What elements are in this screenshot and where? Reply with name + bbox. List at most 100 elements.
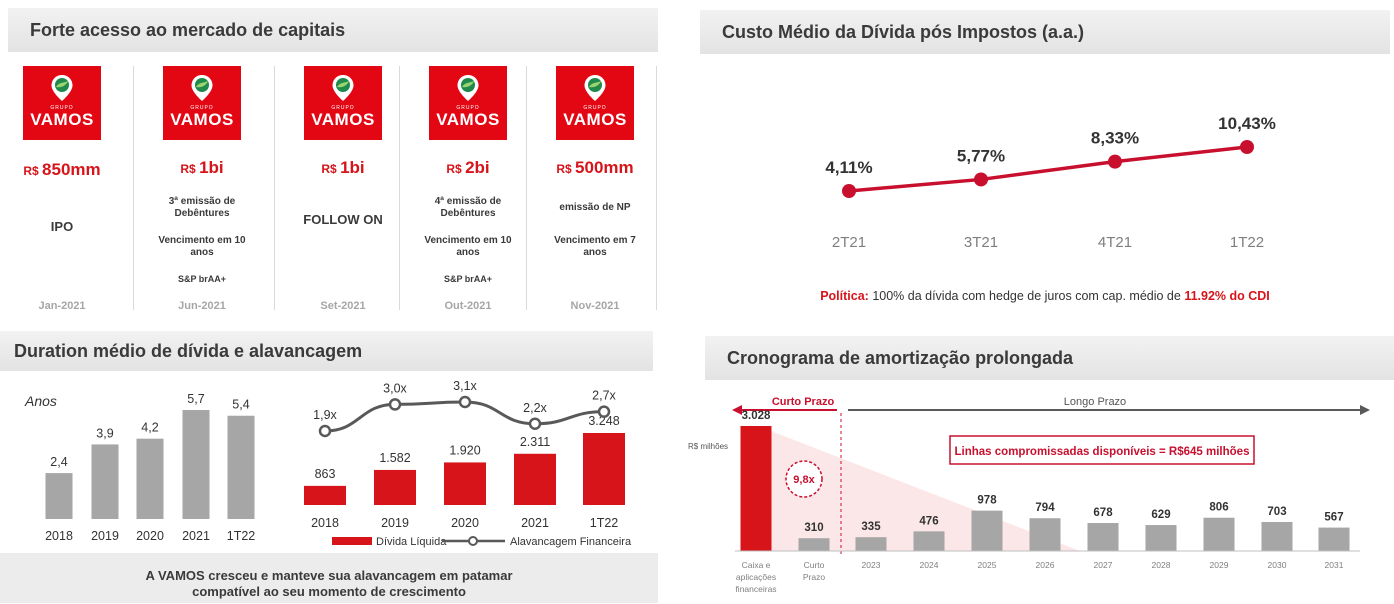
amount-value: 850mm — [42, 160, 101, 179]
amortization-bar — [740, 426, 772, 551]
amortization-category-label: Caixa e aplicações financeiras — [735, 560, 776, 594]
legend-net-debt-label: Dívida Líquida — [376, 536, 447, 548]
amortization-category-label: 2031 — [1325, 560, 1344, 570]
event-date: Jun-2021 — [178, 300, 226, 312]
duration-category-label: 2021 — [182, 529, 210, 543]
policy-description: 100% da dívida com hedge de juros com ca… — [872, 289, 1181, 303]
column-divider — [133, 66, 134, 310]
cost-point — [1240, 140, 1254, 154]
logo-name-text: VAMOS — [563, 110, 627, 129]
map-pin-icon — [457, 75, 479, 101]
amortization-category-label: 2027 — [1094, 560, 1113, 570]
net-debt-bar — [444, 462, 486, 505]
legend-leverage-label: Alavancagem Financeira — [510, 536, 632, 548]
category-label-line: financeiras — [735, 584, 776, 594]
duration-chart: Anos 2,4 2018 3,9 2019 4,2 2020 5,7 2021 5,4 1T22 — [24, 392, 256, 543]
cost-value-label: 8,33% — [1091, 129, 1139, 148]
cost-point — [974, 172, 988, 187]
legend-leverage-marker — [468, 536, 478, 546]
long-term-label: Longo Prazo — [1064, 396, 1126, 408]
map-pin-icon — [584, 75, 606, 101]
net-debt-value-label: 863 — [315, 467, 336, 481]
issuance-amount: R$ 500mm — [535, 158, 655, 178]
amortization-value-label: 310 — [804, 522, 823, 534]
amortization-axis-label: R$ milhões — [688, 442, 728, 451]
debt-cost-chart: 4,11% 2T21 5,77% 3T21 8,33% 4T21 10,43% 1T22 — [825, 114, 1275, 251]
vamos-logo: GRUPO VAMOS — [304, 66, 382, 140]
net-debt-bar — [583, 433, 625, 505]
category-label-line: Prazo — [803, 572, 825, 582]
leverage-value-label: 2,2x — [523, 401, 547, 415]
policy-value: 11.92% do CDI — [1184, 289, 1270, 303]
duration-header: Duration médio de dívida e alavancagem — [0, 331, 653, 371]
amortization-bar — [1145, 525, 1177, 551]
cost-line — [848, 145, 1248, 193]
amortization-category-label: 2025 — [978, 560, 997, 570]
cost-category-label: 3T21 — [964, 234, 998, 251]
short-term-label: Curto Prazo — [772, 396, 835, 408]
amortization-category-label: 2026 — [1036, 560, 1055, 570]
net-debt-value-label: 1.582 — [379, 451, 410, 465]
footer-line-1: A VAMOS cresceu e manteve sua alavancage… — [145, 568, 513, 583]
duration-value-label: 5,7 — [187, 392, 204, 406]
event-date: Nov-2021 — [570, 300, 620, 312]
duration-bar — [91, 444, 119, 519]
amortization-bar — [1087, 523, 1119, 551]
duration-category-label: 1T22 — [227, 529, 256, 543]
cost-category-label: 4T21 — [1098, 234, 1132, 251]
amount-value: 500mm — [575, 158, 634, 177]
duration-category-label: 2018 — [45, 529, 73, 543]
net-debt-bar — [514, 453, 556, 505]
event-detail-line: S&P brAA+ — [177, 274, 227, 284]
leverage-category-label: 2021 — [521, 516, 549, 530]
category-label-line: Caixa e — [742, 560, 771, 570]
amount-value: 1bi — [199, 158, 224, 177]
duration-axis-label: Anos — [24, 393, 57, 409]
column-divider — [399, 66, 400, 310]
policy-text: Política: 100% da dívida com hedge de ju… — [700, 289, 1390, 303]
currency-label: R$ — [23, 164, 43, 178]
leverage-chart: 86320181.58220191.92020202.31120213.2481… — [304, 379, 632, 548]
map-pin-icon — [191, 75, 213, 101]
event-detail-line: 3ª emissão de Debêntures — [168, 196, 236, 219]
column-divider — [656, 66, 657, 310]
duration-bar — [136, 438, 164, 519]
net-debt-bar — [304, 485, 346, 505]
category-label-line: Curto — [804, 560, 825, 570]
duration-bar — [45, 473, 73, 519]
leverage-value-label: 2,7x — [592, 389, 616, 403]
coverage-label: 9,8x — [793, 474, 815, 486]
event-detail-line: Vencimento em 10 anos — [424, 235, 512, 258]
event-description: FOLLOW ON — [303, 212, 383, 227]
legend-net-debt-swatch — [332, 537, 372, 545]
amortization-category-label: 2030 — [1268, 560, 1287, 570]
amortization-value-label: 3.028 — [742, 410, 771, 422]
cost-point — [842, 184, 856, 198]
amortization-bar — [971, 510, 1003, 551]
credit-lines-label: Linhas compromissadas disponíveis = R$64… — [955, 446, 1250, 458]
net-debt-bar — [374, 469, 416, 505]
event-detail-line: emissão de NP — [559, 202, 631, 213]
amortization-value-label: 567 — [1324, 512, 1343, 524]
leverage-value-label: 3,1x — [453, 379, 477, 393]
category-label-line: aplicações — [736, 572, 776, 582]
amortization-bar — [1029, 518, 1061, 551]
vamos-logo: GRUPO VAMOS — [163, 66, 241, 140]
issuance-amount: R$ 1bi — [283, 158, 403, 178]
cost-value-label: 5,77% — [957, 146, 1005, 165]
cost-category-label: 1T22 — [1230, 234, 1264, 251]
leverage-point — [458, 395, 472, 409]
vamos-logo: GRUPO VAMOS — [429, 66, 507, 140]
amortization-bar — [855, 537, 887, 551]
logo-name-text: VAMOS — [436, 110, 500, 129]
duration-value-label: 5,4 — [232, 398, 249, 412]
amount-value: 2bi — [465, 158, 490, 177]
amortization-bar — [1261, 521, 1293, 551]
logo-name-text: VAMOS — [30, 110, 94, 129]
leverage-category-label: 2020 — [451, 516, 479, 530]
short-term-arrowhead — [732, 405, 742, 415]
event-detail-line: S&P brAA+ — [443, 274, 493, 284]
leverage-category-label: 2019 — [381, 516, 409, 530]
leverage-value-label: 3,0x — [383, 381, 407, 395]
cost-point — [1108, 154, 1122, 169]
